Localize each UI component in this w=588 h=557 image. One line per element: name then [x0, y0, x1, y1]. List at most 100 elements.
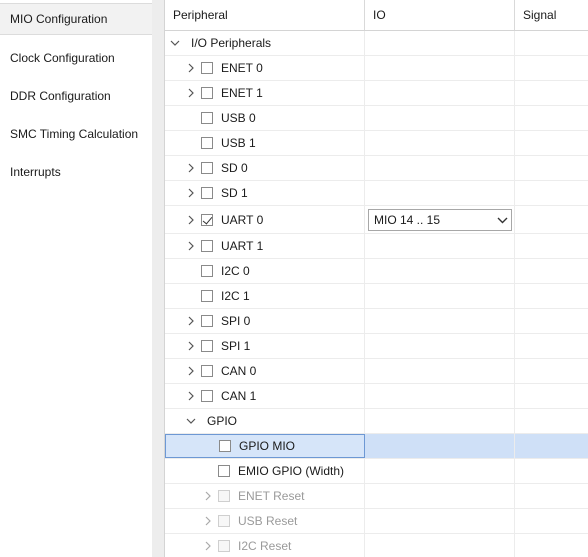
- table-row[interactable]: EMIO GPIO (Width): [165, 459, 588, 484]
- chevron-right-icon[interactable]: [185, 241, 197, 251]
- usb-0-checkbox[interactable]: [201, 112, 213, 124]
- io-cell: [365, 81, 515, 105]
- signal-cell: [515, 56, 588, 80]
- sidebar-item-smc-timing-calculation[interactable]: SMC Timing Calculation: [0, 115, 152, 153]
- table-row[interactable]: ENET Reset: [165, 484, 588, 509]
- table-row[interactable]: USB Reset: [165, 509, 588, 534]
- signal-cell: [515, 359, 588, 383]
- io-cell: [365, 409, 515, 433]
- sd-1-checkbox[interactable]: [201, 187, 213, 199]
- chevron-right-icon[interactable]: [185, 366, 197, 376]
- sidebar-item-interrupts[interactable]: Interrupts: [0, 153, 152, 191]
- uart-0-checkbox[interactable]: [201, 213, 213, 226]
- uart-1-checkbox[interactable]: [201, 240, 213, 252]
- table-row[interactable]: I2C 1: [165, 284, 588, 309]
- sidebar: MIO Configuration Clock Configuration DD…: [0, 0, 153, 557]
- column-header-signal[interactable]: Signal: [515, 0, 588, 30]
- table-row[interactable]: UART 0 MIO 14 .. 15: [165, 206, 588, 234]
- signal-cell: [515, 409, 588, 433]
- column-header-peripheral[interactable]: Peripheral: [165, 0, 365, 30]
- sd-0-checkbox[interactable]: [201, 162, 213, 174]
- chevron-right-icon[interactable]: [202, 516, 214, 526]
- io-cell: [365, 309, 515, 333]
- table-row[interactable]: SPI 0: [165, 309, 588, 334]
- chevron-right-icon[interactable]: [202, 541, 214, 551]
- io-cell: [365, 181, 515, 205]
- chevron-right-icon[interactable]: [185, 63, 197, 73]
- signal-cell: [515, 534, 588, 557]
- sidebar-item-mio-configuration[interactable]: MIO Configuration: [0, 3, 152, 35]
- row-label-enet-reset: ENET Reset: [238, 489, 305, 503]
- peripheral-cell: CAN 0: [165, 359, 365, 383]
- io-cell: [365, 106, 515, 130]
- table-row[interactable]: UART 1: [165, 234, 588, 259]
- io-cell: [365, 334, 515, 358]
- row-label-can-1: CAN 1: [221, 389, 257, 403]
- table-row[interactable]: CAN 1: [165, 384, 588, 409]
- table-row[interactable]: USB 1: [165, 131, 588, 156]
- i2c-0-checkbox[interactable]: [201, 265, 213, 277]
- io-cell: [365, 259, 515, 283]
- enet-0-checkbox[interactable]: [201, 62, 213, 74]
- table-row[interactable]: SD 0: [165, 156, 588, 181]
- peripheral-cell: SPI 0: [165, 309, 365, 333]
- table-row[interactable]: I/O Peripherals: [165, 31, 588, 56]
- table-row[interactable]: I2C 0: [165, 259, 588, 284]
- row-label-sd-1: SD 1: [221, 186, 248, 200]
- chevron-right-icon[interactable]: [185, 88, 197, 98]
- gpio-mio-checkbox[interactable]: [219, 440, 231, 452]
- can-1-checkbox[interactable]: [201, 390, 213, 402]
- chevron-down-icon[interactable]: [169, 39, 181, 47]
- i2c-1-checkbox[interactable]: [201, 290, 213, 302]
- spi-1-checkbox[interactable]: [201, 340, 213, 352]
- peripheral-cell: UART 0: [165, 206, 365, 233]
- table-row[interactable]: CAN 0: [165, 359, 588, 384]
- chevron-right-icon[interactable]: [185, 391, 197, 401]
- peripheral-cell: ENET 0: [165, 56, 365, 80]
- usb-1-checkbox[interactable]: [201, 137, 213, 149]
- spi-0-checkbox[interactable]: [201, 315, 213, 327]
- chevron-right-icon[interactable]: [185, 188, 197, 198]
- sidebar-item-clock-configuration[interactable]: Clock Configuration: [0, 39, 152, 77]
- table-row[interactable]: I2C Reset: [165, 534, 588, 557]
- emio-gpio-width-checkbox[interactable]: [218, 465, 230, 477]
- io-cell: [365, 359, 515, 383]
- io-select[interactable]: MIO 14 .. 15: [368, 209, 512, 231]
- row-label-i-o-peripherals: I/O Peripherals: [191, 36, 272, 50]
- peripheral-cell: ENET 1: [165, 81, 365, 105]
- signal-cell: [515, 31, 588, 55]
- chevron-right-icon[interactable]: [185, 341, 197, 351]
- peripheral-cell: USB Reset: [165, 509, 365, 533]
- peripheral-cell: I2C 0: [165, 259, 365, 283]
- table-row[interactable]: ENET 0: [165, 56, 588, 81]
- row-label-emio-gpio-width: EMIO GPIO (Width): [238, 464, 345, 478]
- peripheral-cell: SPI 1: [165, 334, 365, 358]
- row-label-usb-1: USB 1: [221, 136, 256, 150]
- io-cell: [365, 434, 515, 458]
- table-row[interactable]: GPIO MIO: [165, 434, 588, 459]
- chevron-right-icon[interactable]: [185, 163, 197, 173]
- sidebar-item-ddr-configuration[interactable]: DDR Configuration: [0, 77, 152, 115]
- io-cell: [365, 131, 515, 155]
- table-row[interactable]: SPI 1: [165, 334, 588, 359]
- enet-1-checkbox[interactable]: [201, 87, 213, 99]
- usb-reset-checkbox: [218, 515, 230, 527]
- chevron-down-icon[interactable]: [185, 417, 197, 425]
- peripheral-cell: GPIO: [165, 409, 365, 433]
- chevron-right-icon[interactable]: [185, 215, 197, 225]
- signal-cell: [515, 309, 588, 333]
- table-row[interactable]: ENET 1: [165, 81, 588, 106]
- signal-cell: [515, 106, 588, 130]
- signal-cell: [515, 181, 588, 205]
- can-0-checkbox[interactable]: [201, 365, 213, 377]
- column-header-io[interactable]: IO: [365, 0, 515, 30]
- table-row[interactable]: USB 0: [165, 106, 588, 131]
- table-row[interactable]: GPIO: [165, 409, 588, 434]
- signal-cell: [515, 131, 588, 155]
- table-row[interactable]: SD 1: [165, 181, 588, 206]
- splitter-gutter[interactable]: [152, 0, 165, 557]
- chevron-down-icon[interactable]: [493, 217, 511, 224]
- chevron-right-icon[interactable]: [185, 316, 197, 326]
- row-label-i2c-reset: I2C Reset: [238, 539, 292, 553]
- chevron-right-icon[interactable]: [202, 491, 214, 501]
